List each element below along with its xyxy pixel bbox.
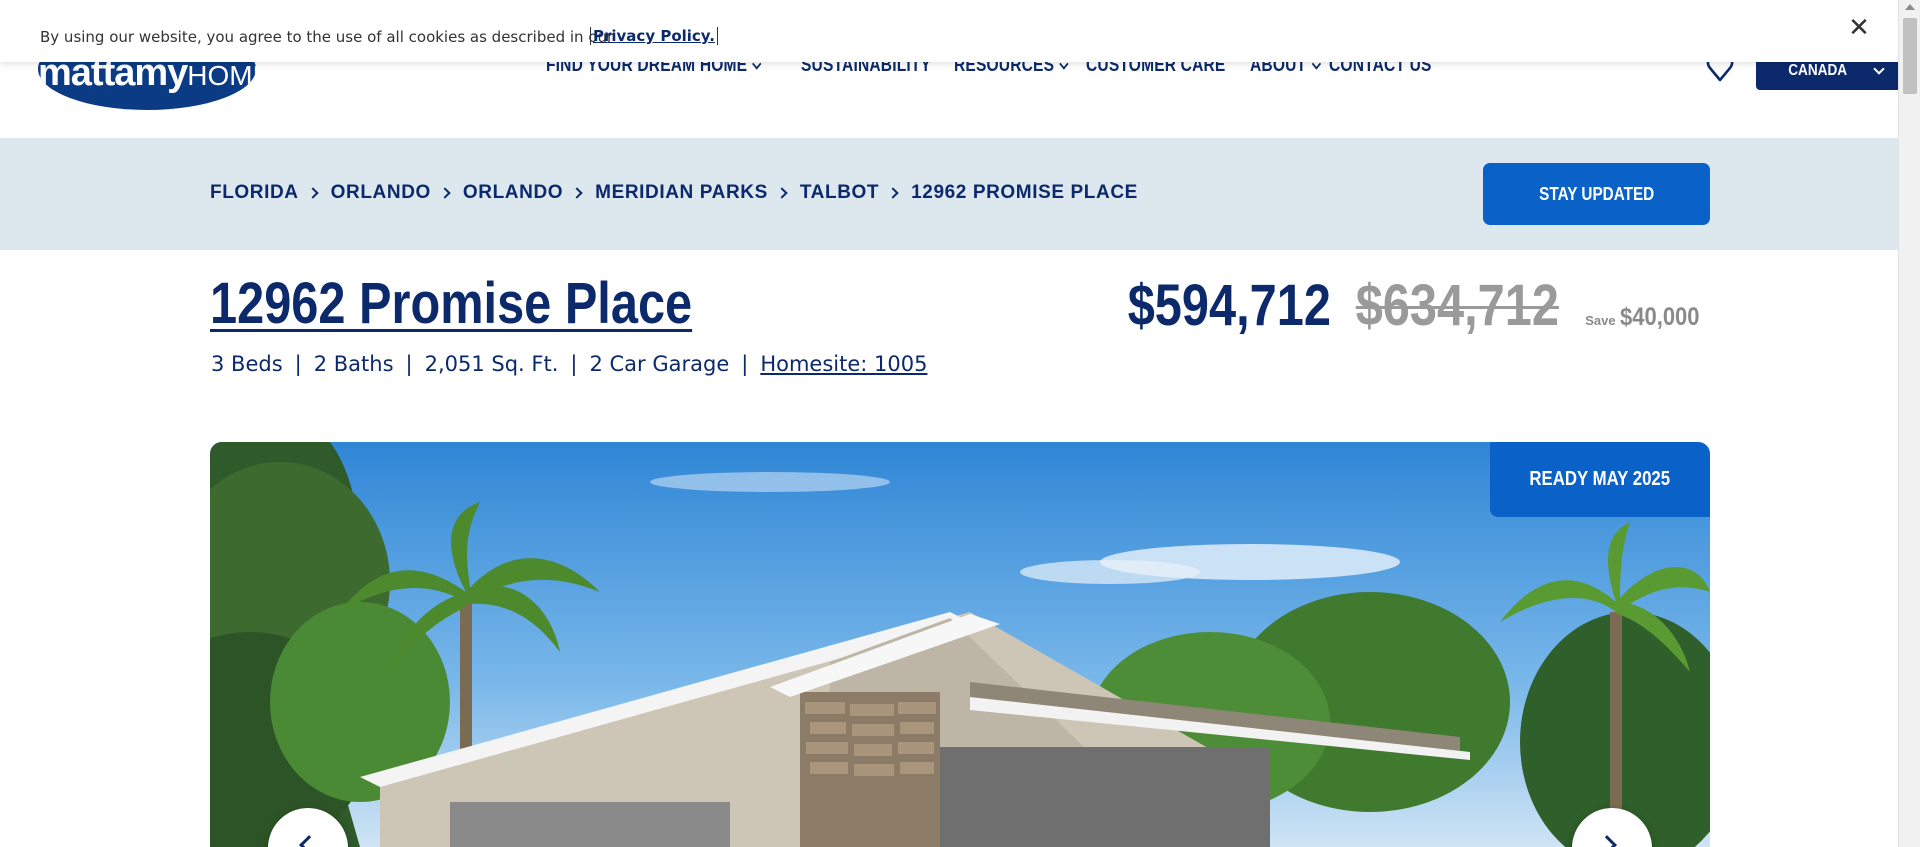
save-amount: $40,000 bbox=[1619, 303, 1700, 331]
home-specs: 3 Beds | 2 Baths | 2,051 Sq. Ft. | 2 Car… bbox=[211, 352, 927, 376]
current-price: $594,712 bbox=[1128, 273, 1332, 338]
region-label: CANADA bbox=[1788, 62, 1848, 79]
close-icon[interactable]: ✕ bbox=[1846, 12, 1872, 42]
spec-beds: 3 Beds bbox=[211, 352, 283, 376]
spec-separator: | bbox=[294, 352, 302, 376]
breadcrumb-florida[interactable]: FLORIDA bbox=[210, 182, 299, 204]
privacy-policy-link[interactable]: Privacy Policy. bbox=[590, 27, 718, 45]
homesite-link[interactable]: Homesite: 1005 bbox=[760, 352, 927, 376]
breadcrumb-orlando-region[interactable]: ORLANDO bbox=[331, 182, 431, 204]
price-row: $594,712 $634,712 Save $40,000 bbox=[1128, 272, 1710, 339]
spec-baths: 2 Baths bbox=[313, 352, 394, 376]
breadcrumb-current: 12962 PROMISE PLACE bbox=[911, 182, 1138, 203]
listing-title[interactable]: 12962 Promise Place bbox=[210, 270, 692, 337]
breadcrumb-orlando-city[interactable]: ORLANDO bbox=[463, 182, 563, 204]
chevron-right-icon bbox=[439, 187, 451, 199]
chevron-left-icon bbox=[299, 835, 319, 847]
chevron-down-icon bbox=[1872, 62, 1885, 75]
cookie-message: By using our website, you agree to the u… bbox=[40, 28, 614, 46]
save-label: Save bbox=[1585, 313, 1616, 328]
breadcrumb: FLORIDA ORLANDO ORLANDO MERIDIAN PARKS T… bbox=[210, 182, 1138, 204]
spec-garage: 2 Car Garage bbox=[589, 352, 730, 376]
home-gallery: READY MAY 2025 bbox=[210, 442, 1710, 847]
savings: Save $40,000 bbox=[1585, 303, 1710, 332]
chevron-right-icon bbox=[571, 187, 583, 199]
spec-sqft: 2,051 Sq. Ft. bbox=[424, 352, 559, 376]
breadcrumb-talbot[interactable]: TALBOT bbox=[800, 182, 879, 204]
spec-separator: | bbox=[405, 352, 413, 376]
scroll-up-arrow-icon[interactable] bbox=[1905, 4, 1915, 10]
spec-separator: | bbox=[741, 352, 749, 376]
chevron-right-icon bbox=[1597, 835, 1617, 847]
page-scrollbar[interactable] bbox=[1898, 0, 1920, 847]
home-rendering-image bbox=[210, 442, 1710, 847]
stay-updated-button[interactable]: STAY UPDATED bbox=[1483, 163, 1710, 225]
chevron-right-icon bbox=[306, 187, 319, 199]
original-price: $634,712 bbox=[1356, 273, 1560, 338]
cookie-banner: By using our website, you agree to the u… bbox=[0, 0, 1898, 62]
spec-separator: | bbox=[570, 352, 578, 376]
breadcrumb-meridian-parks[interactable]: MERIDIAN PARKS bbox=[595, 182, 768, 204]
chevron-right-icon bbox=[887, 187, 899, 199]
breadcrumb-band: FLORIDA ORLANDO ORLANDO MERIDIAN PARKS T… bbox=[0, 138, 1898, 250]
chevron-right-icon bbox=[776, 187, 788, 199]
availability-badge: READY MAY 2025 bbox=[1490, 442, 1710, 517]
scrollbar-thumb[interactable] bbox=[1903, 18, 1917, 94]
